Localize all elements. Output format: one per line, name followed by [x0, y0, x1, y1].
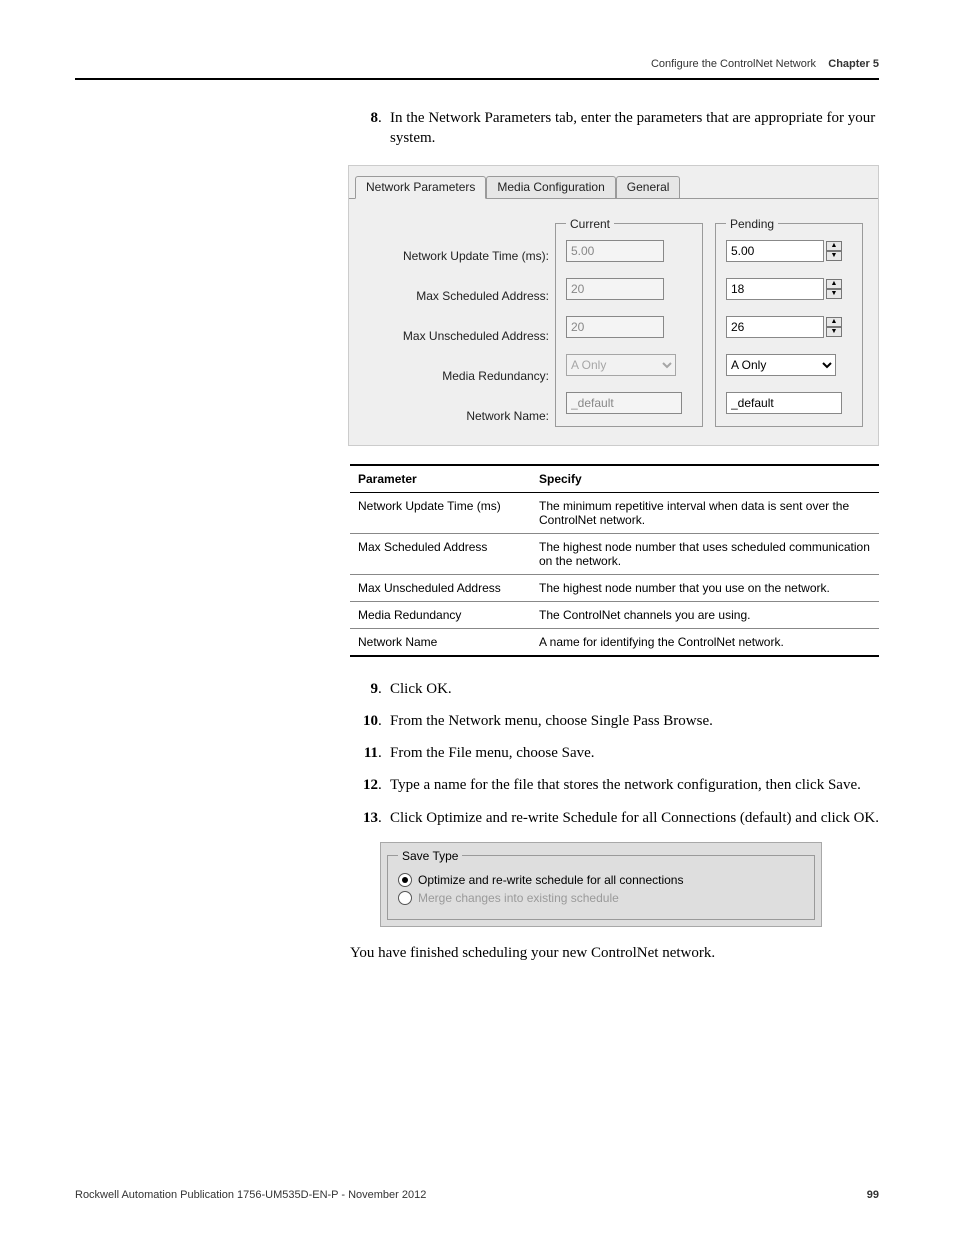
step-13: 13. Click Optimize and re-write Schedule…	[350, 808, 879, 828]
table-row: Max Scheduled Address The highest node n…	[350, 533, 879, 574]
save-type-legend: Save Type	[398, 849, 462, 863]
pending-group: Pending ▲ ▼ ▲ ▼	[715, 217, 863, 427]
label-nut: Network Update Time (ms):	[403, 245, 549, 267]
param-labels: Network Update Time (ms): Max Scheduled …	[359, 217, 549, 427]
spin-up-icon[interactable]: ▲	[826, 279, 842, 289]
label-nn: Network Name:	[466, 405, 549, 427]
table-row: Max Unscheduled Address The highest node…	[350, 574, 879, 601]
pending-legend: Pending	[726, 217, 778, 231]
step-11: 11. From the File menu, choose Save.	[350, 743, 879, 763]
label-msa: Max Scheduled Address:	[416, 285, 549, 307]
spin-down-icon[interactable]: ▼	[826, 251, 842, 261]
step-9: 9. Click OK.	[350, 679, 879, 699]
header-title: Configure the ControlNet Network	[651, 58, 816, 70]
step-8: 8. In the Network Parameters tab, enter …	[350, 108, 879, 149]
table-row: Network Update Time (ms) The minimum rep…	[350, 492, 879, 533]
current-group: Current A Only	[555, 217, 703, 427]
pending-mr[interactable]: A Only	[726, 354, 836, 376]
table-row: Media Redundancy The ControlNet channels…	[350, 601, 879, 628]
radio-optimize[interactable]: Optimize and re-write schedule for all c…	[398, 873, 804, 887]
current-mua	[566, 316, 664, 338]
radio-icon	[398, 873, 412, 887]
tab-network-parameters[interactable]: Network Parameters	[355, 176, 486, 199]
table-row: Network Name A name for identifying the …	[350, 628, 879, 656]
parameter-table: Parameter Specify Network Update Time (m…	[350, 464, 879, 657]
closing-text: You have finished scheduling your new Co…	[350, 945, 879, 962]
current-mr: A Only	[566, 354, 676, 376]
page-header: Configure the ControlNet Network Chapter…	[651, 58, 879, 70]
spin-up-icon[interactable]: ▲	[826, 241, 842, 251]
spinner-nut[interactable]: ▲ ▼	[826, 241, 842, 261]
pending-mua[interactable]	[726, 316, 824, 338]
page-footer: Rockwell Automation Publication 1756-UM5…	[75, 1189, 879, 1201]
spinner-mua[interactable]: ▲ ▼	[826, 317, 842, 337]
current-nut	[566, 240, 664, 262]
label-mua: Max Unscheduled Address:	[403, 325, 549, 347]
spin-down-icon[interactable]: ▼	[826, 327, 842, 337]
spin-up-icon[interactable]: ▲	[826, 317, 842, 327]
radio-icon	[398, 891, 412, 905]
header-chapter: Chapter 5	[828, 58, 879, 70]
current-msa	[566, 278, 664, 300]
pending-nut[interactable]	[726, 240, 824, 262]
current-legend: Current	[566, 217, 614, 231]
label-mr: Media Redundancy:	[442, 365, 549, 387]
th-parameter: Parameter	[350, 465, 531, 493]
spinner-msa[interactable]: ▲ ▼	[826, 279, 842, 299]
save-type-dialog: Save Type Optimize and re-write schedule…	[380, 842, 822, 927]
radio-merge: Merge changes into existing schedule	[398, 891, 804, 905]
pending-nn[interactable]	[726, 392, 842, 414]
th-specify: Specify	[531, 465, 879, 493]
dialog-tabs: Network Parameters Media Configuration G…	[349, 166, 878, 198]
pending-msa[interactable]	[726, 278, 824, 300]
step-10: 10. From the Network menu, choose Single…	[350, 711, 879, 731]
tab-general[interactable]: General	[616, 176, 681, 198]
step-12: 12. Type a name for the file that stores…	[350, 775, 879, 795]
footer-page-number: 99	[867, 1189, 879, 1201]
network-parameters-dialog: Network Parameters Media Configuration G…	[348, 165, 879, 446]
spin-down-icon[interactable]: ▼	[826, 289, 842, 299]
footer-publication: Rockwell Automation Publication 1756-UM5…	[75, 1189, 426, 1201]
current-nn	[566, 392, 682, 414]
tab-media-configuration[interactable]: Media Configuration	[486, 176, 615, 198]
header-rule	[75, 78, 879, 80]
